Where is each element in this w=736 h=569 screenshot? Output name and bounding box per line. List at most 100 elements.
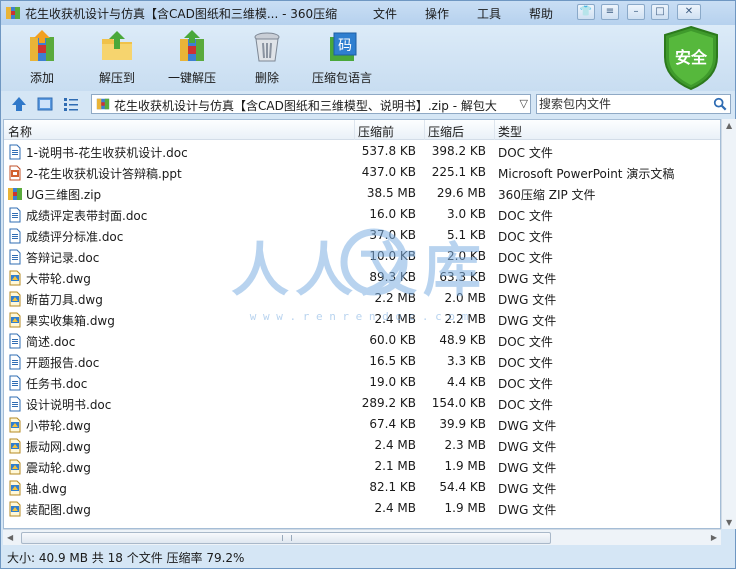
scroll-up-icon[interactable]: ▲: [726, 121, 732, 130]
file-type: DOC 文件: [498, 335, 553, 349]
chevron-down-icon[interactable]: ▽: [520, 97, 528, 110]
icon-view-icon[interactable]: [37, 96, 53, 112]
security-shield-icon[interactable]: 安全: [661, 25, 721, 91]
column-divider[interactable]: [354, 120, 355, 140]
table-row[interactable]: 轴.dwg 82.1 KB 54.4 KB DWG 文件: [4, 477, 720, 498]
search-icon[interactable]: [713, 97, 727, 111]
file-name: 大带轮.dwg: [26, 272, 91, 286]
menu-operate[interactable]: 操作: [425, 5, 449, 22]
maximize-icon[interactable]: □: [651, 4, 669, 20]
file-size-before: 2.4 MB: [374, 438, 416, 452]
column-divider[interactable]: [494, 120, 495, 140]
column-uncompressed[interactable]: 压缩后: [428, 123, 464, 140]
column-divider[interactable]: [424, 120, 425, 140]
file-name: 成绩评分标准.doc: [26, 230, 124, 244]
file-size-before: 60.0 KB: [369, 333, 416, 347]
file-size-after: 48.9 KB: [439, 333, 486, 347]
table-row[interactable]: UG三维图.zip 38.5 MB 29.6 MB 360压缩 ZIP 文件: [4, 183, 720, 204]
extract-to-label: 解压到: [98, 71, 135, 85]
menu-tools[interactable]: 工具: [477, 5, 501, 22]
table-row[interactable]: 1-说明书-花生收获机设计.doc 537.8 KB 398.2 KB DOC 文件: [4, 141, 720, 162]
menu-file[interactable]: 文件: [373, 5, 397, 22]
skin-icon[interactable]: 👕: [577, 4, 595, 20]
menu-icon[interactable]: ≡: [601, 4, 619, 20]
dwg-file-icon: [9, 438, 21, 454]
close-icon[interactable]: ✕: [677, 4, 701, 20]
file-size-after: 1.9 MB: [444, 501, 486, 515]
search-input[interactable]: [539, 96, 709, 112]
file-size-before: 19.0 KB: [369, 375, 416, 389]
path-field[interactable]: 花生收获机设计与仿真【含CAD图纸和三维模型、说明书】.zip - 解包大 ▽: [91, 94, 531, 114]
file-size-before: 437.0 KB: [361, 165, 416, 179]
horizontal-scroll-thumb[interactable]: [21, 532, 551, 544]
table-row[interactable]: 任务书.doc 19.0 KB 4.4 KB DOC 文件: [4, 372, 720, 393]
address-bar: 花生收获机设计与仿真【含CAD图纸和三维模型、说明书】.zip - 解包大 ▽: [1, 91, 735, 117]
table-row[interactable]: 设计说明书.doc 289.2 KB 154.0 KB DOC 文件: [4, 393, 720, 414]
one-click-extract-button[interactable]: 一键解压: [154, 29, 230, 86]
file-name: 答辩记录.doc: [26, 251, 100, 265]
doc-file-icon: [9, 333, 21, 349]
horizontal-scrollbar[interactable]: ◀ ▶: [3, 529, 721, 545]
minimize-icon[interactable]: –: [627, 4, 645, 20]
column-name[interactable]: 名称: [8, 123, 32, 140]
file-size-after: 3.0 KB: [447, 207, 486, 221]
table-row[interactable]: 震动轮.dwg 2.1 MB 1.9 MB DWG 文件: [4, 456, 720, 477]
table-row[interactable]: 2-花生收获机设计答辩稿.ppt 437.0 KB 225.1 KB Microsof…: [4, 162, 720, 183]
table-row[interactable]: 成绩评分标准.doc 37.0 KB 5.1 KB DOC 文件: [4, 225, 720, 246]
file-type: DWG 文件: [498, 482, 557, 496]
search-box: [536, 94, 731, 114]
extract-to-button[interactable]: 解压到: [79, 29, 155, 86]
file-name: 2-花生收获机设计答辩稿.ppt: [26, 167, 182, 181]
scroll-right-icon[interactable]: ▶: [711, 533, 717, 542]
file-type: DWG 文件: [498, 272, 557, 286]
file-size-before: 37.0 KB: [369, 228, 416, 242]
shield-label: 安全: [675, 48, 708, 67]
language-glyph: 码: [338, 38, 352, 54]
file-rows: 1-说明书-花生收获机设计.doc 537.8 KB 398.2 KB DOC 文件 2…: [4, 141, 720, 519]
table-row[interactable]: 果实收集箱.dwg 2.4 MB 2.2 MB DWG 文件: [4, 309, 720, 330]
scroll-down-icon[interactable]: ▼: [726, 518, 732, 527]
file-size-after: 1.9 MB: [444, 459, 486, 473]
file-size-before: 89.3 KB: [369, 270, 416, 284]
delete-button[interactable]: 删除: [229, 29, 305, 86]
file-size-after: 2.0 KB: [447, 249, 486, 263]
dwg-file-icon: [9, 312, 21, 328]
file-size-after: 29.6 MB: [436, 186, 486, 200]
file-size-after: 225.1 KB: [431, 165, 486, 179]
table-row[interactable]: 装配图.dwg 2.4 MB 1.9 MB DWG 文件: [4, 498, 720, 519]
table-row[interactable]: 振动网.dwg 2.4 MB 2.3 MB DWG 文件: [4, 435, 720, 456]
zip-app-icon: [6, 7, 20, 19]
one-click-extract-icon: [180, 30, 204, 61]
column-type[interactable]: 类型: [498, 123, 522, 140]
doc-file-icon: [9, 375, 21, 391]
table-row[interactable]: 成绩评定表带封面.doc 16.0 KB 3.0 KB DOC 文件: [4, 204, 720, 225]
list-view-icon[interactable]: [63, 96, 79, 112]
file-list[interactable]: 名称 压缩前 压缩后 类型 1-说明书-花生收获机设计.doc 537.8 KB 3…: [3, 119, 721, 529]
column-compressed[interactable]: 压缩前: [358, 123, 394, 140]
doc-file-icon: [9, 144, 21, 160]
dwg-file-icon: [9, 501, 21, 517]
archive-language-icon: 码: [330, 32, 357, 61]
add-label: 添加: [29, 71, 54, 85]
table-row[interactable]: 大带轮.dwg 89.3 KB 63.3 KB DWG 文件: [4, 267, 720, 288]
menu-help[interactable]: 帮助: [529, 5, 553, 22]
add-button[interactable]: 添加: [4, 29, 80, 86]
file-size-before: 67.4 KB: [369, 417, 416, 431]
table-row[interactable]: 简述.doc 60.0 KB 48.9 KB DOC 文件: [4, 330, 720, 351]
vertical-scrollbar[interactable]: ▲ ▼: [721, 119, 736, 529]
delete-label: 删除: [254, 71, 279, 85]
up-arrow-icon[interactable]: [11, 96, 27, 112]
file-size-before: 2.4 MB: [374, 312, 416, 326]
dwg-file-icon: [9, 417, 21, 433]
table-row[interactable]: 开题报告.doc 16.5 KB 3.3 KB DOC 文件: [4, 351, 720, 372]
file-size-before: 2.1 MB: [374, 459, 416, 473]
file-size-before: 10.0 KB: [369, 249, 416, 263]
table-row[interactable]: 断苗刀具.dwg 2.2 MB 2.0 MB DWG 文件: [4, 288, 720, 309]
archive-language-button[interactable]: 码 压缩包语言: [304, 29, 380, 86]
file-type: DOC 文件: [498, 377, 553, 391]
table-row[interactable]: 答辩记录.doc 10.0 KB 2.0 KB DOC 文件: [4, 246, 720, 267]
file-type: Microsoft PowerPoint 演示文稿: [498, 167, 675, 181]
file-name: 装配图.dwg: [26, 503, 91, 517]
scroll-left-icon[interactable]: ◀: [7, 533, 13, 542]
table-row[interactable]: 小带轮.dwg 67.4 KB 39.9 KB DWG 文件: [4, 414, 720, 435]
